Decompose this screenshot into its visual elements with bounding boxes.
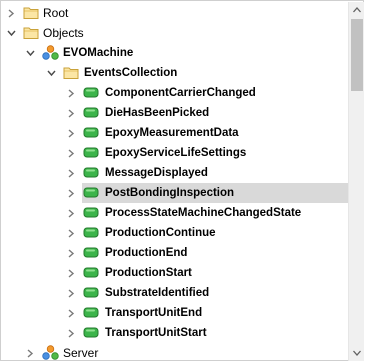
tree-node-label: TransportUnitEnd <box>105 307 203 319</box>
chevron-right-icon[interactable] <box>65 143 77 163</box>
scrollbar-thumb[interactable] <box>351 19 363 91</box>
tree-node-label: ProductionStart <box>105 267 192 279</box>
address-space-tree-panel: Root Objects EVOMachine EventsCollection… <box>0 0 364 361</box>
tree-node-objects[interactable]: Objects <box>2 23 348 43</box>
chevron-right-icon[interactable] <box>65 283 77 303</box>
tree-node-event[interactable]: ComponentCarrierChanged <box>2 83 348 103</box>
folder-icon <box>62 63 80 83</box>
folder-icon <box>22 23 40 43</box>
tree-node-evomachine[interactable]: EVOMachine <box>2 43 348 63</box>
event-icon <box>82 83 100 103</box>
tree-node-label: EVOMachine <box>63 47 134 59</box>
chevron-right-icon[interactable] <box>65 183 77 203</box>
chevron-right-icon[interactable] <box>65 263 77 283</box>
event-icon <box>82 143 100 163</box>
tree-node-event[interactable]: EpoxyMeasurementData <box>2 123 348 143</box>
tree-node-event[interactable]: ProcessStateMachineChangedState <box>2 203 348 223</box>
chevron-right-icon[interactable] <box>65 303 77 323</box>
event-icon <box>82 163 100 183</box>
tree-node-event[interactable]: EpoxyServiceLifeSettings <box>2 143 348 163</box>
tree-node-label: EpoxyServiceLifeSettings <box>105 147 247 159</box>
tree-node-event[interactable]: TransportUnitStart <box>2 323 348 343</box>
object-cluster-icon <box>41 43 59 63</box>
chevron-right-icon[interactable] <box>65 203 77 223</box>
event-icon <box>82 103 100 123</box>
event-icon <box>82 243 100 263</box>
chevron-right-icon[interactable] <box>65 123 77 143</box>
tree-node-label: SubstrateIdentified <box>105 287 210 299</box>
chevron-down-icon[interactable] <box>45 63 57 83</box>
event-icon <box>82 263 100 283</box>
event-icon <box>82 303 100 323</box>
tree-node-label: MessageDisplayed <box>105 167 208 179</box>
chevron-right-icon[interactable] <box>65 243 77 263</box>
tree-node-label: Root <box>43 6 69 20</box>
tree-node-label: EventsCollection <box>84 67 178 79</box>
event-icon <box>82 183 100 203</box>
tree-node-label: ComponentCarrierChanged <box>105 87 256 99</box>
tree-node-server[interactable]: Server <box>2 343 348 362</box>
scroll-down-button[interactable] <box>349 345 365 361</box>
chevron-down-icon[interactable] <box>5 23 17 43</box>
tree-node-event[interactable]: MessageDisplayed <box>2 163 348 183</box>
tree-node-label: DieHasBeenPicked <box>105 107 210 119</box>
tree-node-event[interactable]: TransportUnitEnd <box>2 303 348 323</box>
tree-node-root[interactable]: Root <box>2 3 348 23</box>
tree-node-label: Objects <box>43 26 84 40</box>
chevron-right-icon[interactable] <box>65 163 77 183</box>
tree-node-label: ProductionContinue <box>105 227 216 239</box>
tree-node-label: ProductionEnd <box>105 247 188 259</box>
tree-node-events-collection[interactable]: EventsCollection <box>2 63 348 83</box>
tree-node-event[interactable]: DieHasBeenPicked <box>2 103 348 123</box>
event-icon <box>82 223 100 243</box>
chevron-down-icon[interactable] <box>24 43 36 63</box>
chevron-right-icon[interactable] <box>5 3 17 23</box>
tree-node-label: PostBondingInspection <box>102 183 238 203</box>
tree-view: Root Objects EVOMachine EventsCollection… <box>2 1 348 362</box>
tree-node-event[interactable]: ProductionEnd <box>2 243 348 263</box>
tree-node-event[interactable]: SubstrateIdentified <box>2 283 348 303</box>
folder-icon <box>22 3 40 23</box>
tree-node-event-selected[interactable]: PostBondingInspection <box>2 183 348 203</box>
tree-node-label: ProcessStateMachineChangedState <box>105 207 302 219</box>
event-icon <box>82 283 100 303</box>
object-cluster-icon <box>41 343 59 362</box>
vertical-scrollbar[interactable] <box>348 2 364 361</box>
tree-node-event[interactable]: ProductionContinue <box>2 223 348 243</box>
tree-node-label: EpoxyMeasurementData <box>105 127 239 139</box>
tree-node-event[interactable]: ProductionStart <box>2 263 348 283</box>
chevron-right-icon[interactable] <box>65 103 77 123</box>
tree-node-label: TransportUnitStart <box>105 327 207 339</box>
tree-node-label: Server <box>63 346 99 360</box>
event-icon <box>82 203 100 223</box>
chevron-right-icon[interactable] <box>65 223 77 243</box>
chevron-right-icon[interactable] <box>24 343 36 362</box>
chevron-right-icon[interactable] <box>65 83 77 103</box>
event-icon <box>82 123 100 143</box>
event-icon <box>82 323 100 343</box>
chevron-right-icon[interactable] <box>65 323 77 343</box>
scroll-up-button[interactable] <box>349 2 365 18</box>
